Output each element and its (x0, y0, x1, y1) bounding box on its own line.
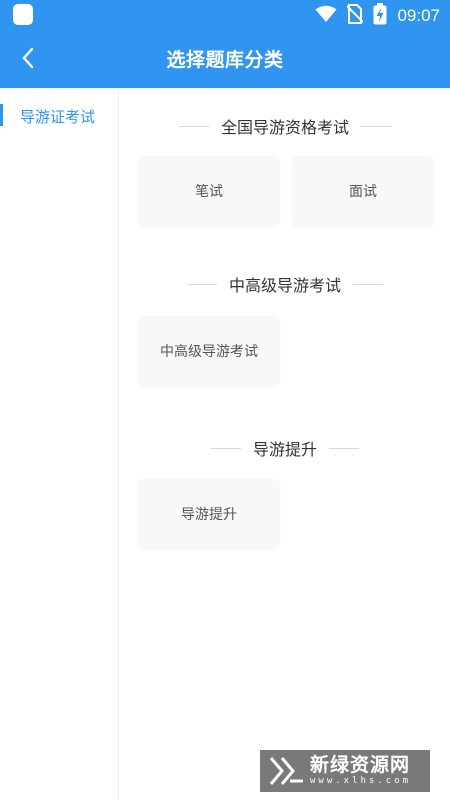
category-content: 全国导游资格考试 笔试 面试 中高级导游考试 中高级导游考试 导游提升 导游提升 (120, 88, 450, 800)
active-indicator (0, 104, 3, 126)
card-written-exam[interactable]: 笔试 (138, 156, 280, 226)
section-title-senior-exam: 中高级导游考试 (120, 272, 450, 296)
section-title-guide-improvement: 导游提升 (120, 436, 450, 460)
status-time: 09:07 (397, 6, 440, 25)
back-arrow-icon (21, 47, 35, 73)
watermark: 新绿资源网 www.xlhs.com (260, 750, 430, 792)
watermark-logo-icon (268, 755, 306, 787)
status-bar: 09:07 (0, 0, 450, 32)
divider-line (186, 283, 217, 285)
back-button[interactable] (8, 40, 48, 80)
divider-line (329, 447, 359, 449)
divider-line (353, 283, 383, 285)
battery-charging-icon (373, 3, 387, 29)
watermark-text: 新绿资源网 www.xlhs.com (310, 756, 411, 786)
status-icons: 09:07 (315, 3, 440, 29)
sidebar-item-label: 导游证考试 (20, 107, 96, 126)
title-bar: 选择题库分类 (0, 32, 450, 88)
no-sim-icon (346, 4, 365, 28)
app-icon (13, 4, 33, 25)
section-title-national-exam: 全国导游资格考试 (120, 114, 450, 138)
section-title-text: 导游提升 (252, 440, 317, 459)
section-title-text: 全国导游资格考试 (220, 118, 349, 137)
divider-line (178, 125, 209, 127)
sidebar-item-tour-guide-exam[interactable]: 导游证考试 (0, 88, 118, 144)
watermark-name: 新绿资源网 (310, 754, 411, 776)
divider-line (361, 125, 391, 127)
card-guide-improvement[interactable]: 导游提升 (138, 479, 280, 549)
sidebar: 导游证考试 (0, 88, 119, 800)
app-header: 09:07 选择题库分类 (0, 0, 450, 88)
card-senior-guide-exam[interactable]: 中高级导游考试 (138, 316, 280, 386)
page-title: 选择题库分类 (166, 49, 284, 71)
wifi-icon (315, 5, 337, 27)
divider-line (210, 447, 241, 449)
section-title-text: 中高级导游考试 (228, 276, 341, 295)
card-interview[interactable]: 面试 (292, 156, 434, 226)
watermark-url: www.xlhs.com (310, 776, 412, 786)
